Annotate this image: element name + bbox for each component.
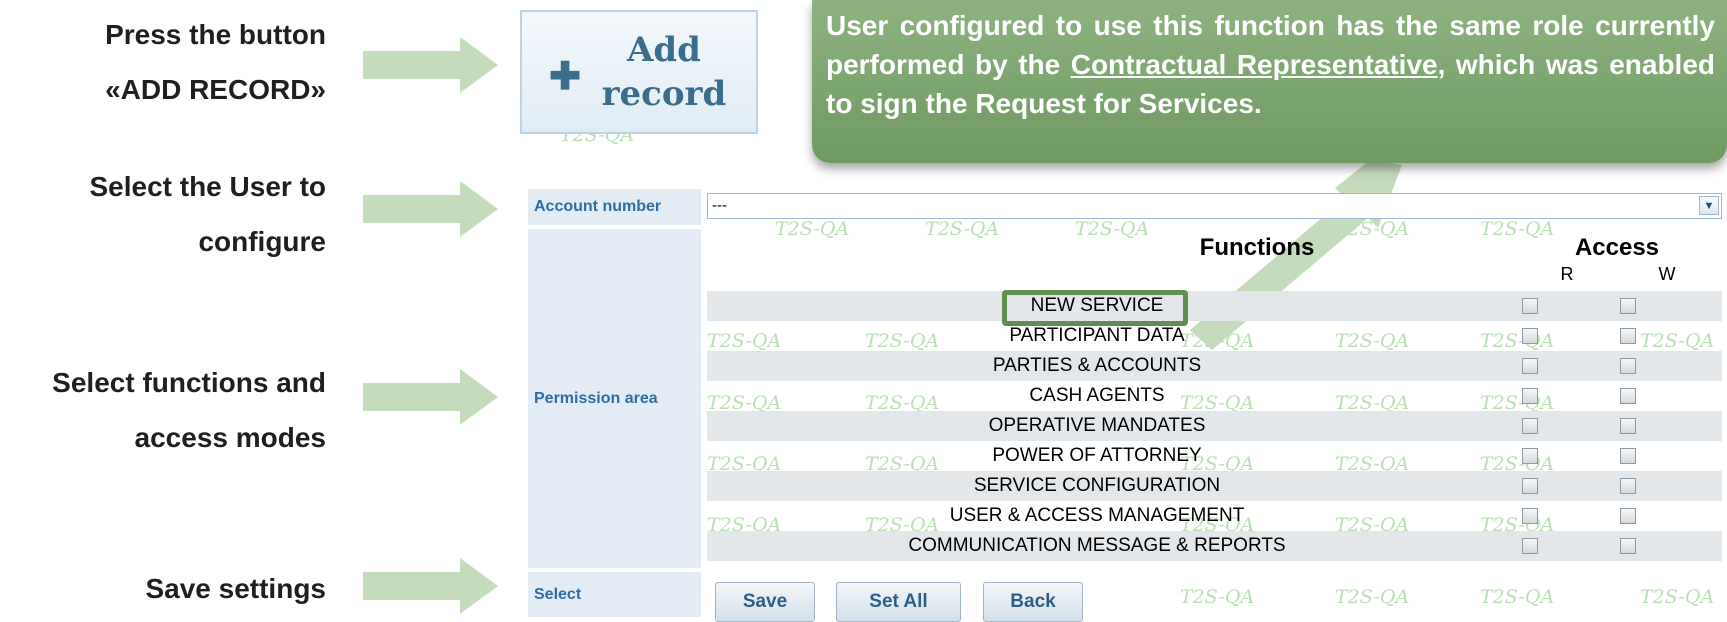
set-all-button[interactable]: Set All xyxy=(836,582,961,622)
account-number-label: Account number xyxy=(528,189,701,225)
add-record-label-line1: Add xyxy=(626,30,701,70)
read-checkbox[interactable] xyxy=(1522,478,1538,494)
step-label-save: Save settings xyxy=(0,561,326,616)
step-label-line: Save settings xyxy=(145,573,326,604)
function-name: PARTIES & ACCOUNTS xyxy=(992,355,1202,376)
access-read-header: R xyxy=(1560,264,1574,284)
step-label-select-functions: Select functions and access modes xyxy=(0,355,326,465)
function-row: PARTICIPANT DATA xyxy=(707,321,1722,351)
write-checkbox[interactable] xyxy=(1620,328,1636,344)
function-name: SERVICE CONFIGURATION xyxy=(973,475,1221,496)
function-name: OPERATIVE MANDATES xyxy=(988,415,1206,436)
function-row: COMMUNICATION MESSAGE & REPORTS xyxy=(707,531,1722,561)
function-row: USER & ACCESS MANAGEMENT xyxy=(707,501,1722,531)
read-checkbox[interactable] xyxy=(1522,388,1538,404)
write-checkbox[interactable] xyxy=(1620,418,1636,434)
read-checkbox[interactable] xyxy=(1522,418,1538,434)
step-label-line: access modes xyxy=(134,422,326,453)
function-row: POWER OF ATTORNEY xyxy=(707,441,1722,471)
read-checkbox[interactable] xyxy=(1522,358,1538,374)
plus-icon: ✚ xyxy=(549,55,581,98)
read-checkbox[interactable] xyxy=(1522,328,1538,344)
write-checkbox[interactable] xyxy=(1620,508,1636,524)
watermark-text: T2S-QA xyxy=(1480,586,1555,608)
chevron-down-icon[interactable]: ▼ xyxy=(1699,196,1719,215)
function-name: COMMUNICATION MESSAGE & REPORTS xyxy=(908,535,1286,556)
right-arrow-icon xyxy=(363,558,498,614)
right-arrow-icon xyxy=(363,37,498,93)
new-service-highlight xyxy=(1002,290,1188,326)
read-checkbox[interactable] xyxy=(1522,298,1538,314)
function-row: OPERATIVE MANDATES xyxy=(707,411,1722,441)
function-row: SERVICE CONFIGURATION xyxy=(707,471,1722,501)
write-checkbox[interactable] xyxy=(1620,538,1636,554)
permission-area: Functions Access R W NEW SERVICE PARTICI… xyxy=(707,228,1722,568)
watermark-text: T2S-QA xyxy=(1640,586,1715,608)
permission-area-label: Permission area xyxy=(528,229,701,568)
watermark-text: T2S-QA xyxy=(1180,586,1255,608)
functions-header: Functions xyxy=(1199,234,1315,261)
right-arrow-icon xyxy=(363,369,498,425)
read-checkbox[interactable] xyxy=(1522,508,1538,524)
add-record-label: Add record xyxy=(599,28,729,116)
step-label-line: «ADD RECORD» xyxy=(105,74,326,105)
add-record-button[interactable]: ✚ Add record xyxy=(520,10,758,134)
write-checkbox[interactable] xyxy=(1620,388,1636,404)
save-button[interactable]: Save xyxy=(715,582,815,622)
read-checkbox[interactable] xyxy=(1522,448,1538,464)
function-name: CASH AGENTS xyxy=(1029,385,1165,406)
step-label-select-user: Select the User to configure xyxy=(0,159,326,269)
write-checkbox[interactable] xyxy=(1620,358,1636,374)
account-number-select[interactable]: --- ▼ xyxy=(707,193,1722,219)
function-name: POWER OF ATTORNEY xyxy=(992,445,1202,466)
write-checkbox[interactable] xyxy=(1620,478,1636,494)
write-checkbox[interactable] xyxy=(1620,298,1636,314)
add-record-label-line2: record xyxy=(601,74,727,114)
read-checkbox[interactable] xyxy=(1522,538,1538,554)
watermark-text: T2S-QA xyxy=(1335,586,1410,608)
callout-underlined-text: Contractual Representative xyxy=(1070,49,1438,80)
right-arrow-icon xyxy=(363,181,498,237)
step-label-line: Select the User to xyxy=(89,171,326,202)
function-row: PARTIES & ACCOUNTS xyxy=(707,351,1722,381)
access-write-header: W xyxy=(1658,264,1676,284)
account-number-value: --- xyxy=(712,197,727,214)
access-header: Access xyxy=(1574,234,1660,261)
step-label-line: configure xyxy=(198,226,326,257)
back-button[interactable]: Back xyxy=(983,582,1083,622)
select-label: Select xyxy=(528,572,701,617)
info-callout: User configured to use this function has… xyxy=(812,0,1727,163)
function-name: USER & ACCESS MANAGEMENT xyxy=(949,505,1245,526)
function-row: CASH AGENTS xyxy=(707,381,1722,411)
step-label-add-record: Press the button «ADD RECORD» xyxy=(0,7,326,117)
write-checkbox[interactable] xyxy=(1620,448,1636,464)
step-label-line: Press the button xyxy=(105,19,326,50)
function-row: NEW SERVICE xyxy=(707,291,1722,321)
step-label-line: Select functions and xyxy=(52,367,326,398)
